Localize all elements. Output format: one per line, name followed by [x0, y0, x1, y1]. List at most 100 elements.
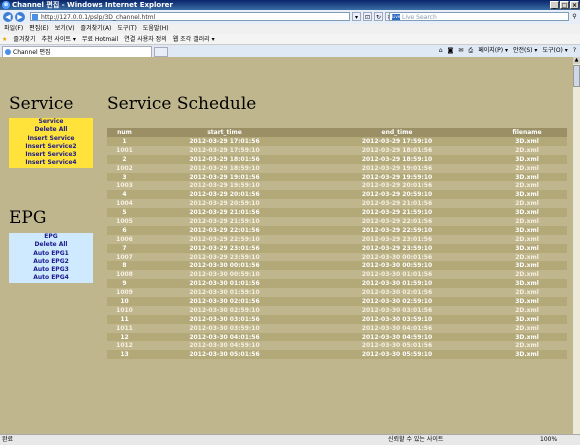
menu-file[interactable]: 파일(F): [4, 24, 23, 34]
tab-channel-edit[interactable]: Channel 편집: [2, 46, 152, 57]
auto-epg4[interactable]: Auto EPG4: [9, 274, 93, 282]
cell-end-time: 2012-03-30 05:01:56: [307, 341, 487, 351]
cell-num: 1003: [107, 181, 142, 191]
fav-web-slice-gallery[interactable]: 웹 조각 갤러리 ▾: [173, 34, 215, 45]
cell-filename: 2D.xml: [487, 270, 567, 280]
cell-num: 8: [107, 261, 142, 271]
cell-start-time: 2012-03-29 18:59:10: [142, 163, 307, 173]
forward-arrow-icon[interactable]: ▶: [15, 12, 25, 22]
cell-end-time: 2012-03-30 02:59:10: [307, 297, 487, 306]
feeds-icon[interactable]: ◙: [448, 46, 454, 56]
favorites-star-icon[interactable]: ★: [2, 34, 7, 45]
cell-start-time: 2012-03-29 17:01:56: [142, 137, 307, 146]
ie-logo-icon: e: [2, 1, 10, 9]
epg-delete-all[interactable]: Delete All: [9, 241, 93, 249]
auto-epg3[interactable]: Auto EPG3: [9, 266, 93, 274]
menu-favorites[interactable]: 즐겨찾기(A): [81, 24, 112, 34]
search-icon[interactable]: ⚲: [570, 12, 579, 21]
auto-epg1[interactable]: Auto EPG1: [9, 250, 93, 258]
cell-end-time: 2012-03-29 18:01:56: [307, 145, 487, 155]
mail-icon[interactable]: ✉: [458, 46, 463, 56]
help-icon[interactable]: ?: [573, 46, 576, 56]
col-num: num: [107, 128, 142, 137]
tab-label: Channel 편집: [13, 49, 51, 56]
cell-num: 1002: [107, 163, 142, 173]
insert-service4[interactable]: Insert Service4: [9, 159, 93, 167]
scroll-thumb[interactable]: [573, 65, 580, 87]
menu-edit[interactable]: 편집(E): [29, 24, 49, 34]
refresh-icon[interactable]: ↻: [374, 12, 383, 21]
favorites-label[interactable]: 즐겨찾기: [13, 34, 35, 45]
cell-filename: 3D.xml: [487, 332, 567, 342]
command-bar: ⌂ ◙ ✉ ⎙ 페이지(P) ▾ 안전(S) ▾ 도구(O) ▾ ?: [439, 46, 576, 56]
cell-end-time: 2012-03-29 20:01:56: [307, 181, 487, 191]
table-row: 7 2012-03-29 23:01:56 2012-03-29 23:59:10 3…: [107, 243, 567, 253]
insert-service3[interactable]: Insert Service3: [9, 151, 93, 159]
table-row: 1009 2012-03-30 01:59:10 2012-03-30 02:01:…: [107, 288, 567, 298]
cell-end-time: 2012-03-29 17:59:10: [307, 137, 487, 146]
close-button[interactable]: ×: [570, 1, 579, 9]
print-icon[interactable]: ⎙: [468, 46, 473, 56]
home-icon[interactable]: ⌂: [439, 46, 443, 56]
menu-tools[interactable]: 도구(T): [117, 24, 136, 34]
scroll-up-arrow-icon[interactable]: ▲: [573, 57, 580, 64]
vertical-scrollbar[interactable]: ▲: [573, 57, 580, 434]
fav-hotmail[interactable]: 무료 Hotmail: [82, 34, 118, 45]
table-header-row: num start_time end_time filename: [107, 128, 567, 137]
table-row: 4 2012-03-29 20:01:56 2012-03-29 20:59:10 3…: [107, 190, 567, 200]
schedule-table: num start_time end_time filename 1 2012-0…: [107, 128, 567, 360]
cell-start-time: 2012-03-29 19:01:56: [142, 172, 307, 182]
table-row: 9 2012-03-30 01:01:56 2012-03-30 01:59:10 3…: [107, 279, 567, 289]
table-row: 1004 2012-03-29 20:59:10 2012-03-29 21:01:…: [107, 199, 567, 209]
epg-heading: EPG: [9, 208, 47, 228]
menu-bar: 파일(F) 편집(E) 보기(V) 즐겨찾기(A) 도구(T) 도움말(H): [0, 24, 580, 34]
cell-end-time: 2012-03-30 03:01:56: [307, 305, 487, 315]
cell-num: 4: [107, 190, 142, 200]
search-input[interactable]: Live Live Search: [389, 12, 569, 21]
new-tab-button[interactable]: [154, 47, 168, 57]
cell-end-time: 2012-03-29 23:59:10: [307, 243, 487, 253]
epg-menu-title[interactable]: EPG: [9, 233, 93, 241]
cell-start-time: 2012-03-30 01:59:10: [142, 288, 307, 298]
table-row: 1002 2012-03-29 18:59:10 2012-03-29 19:01:…: [107, 163, 567, 173]
cell-num: 7: [107, 243, 142, 253]
service-delete-all[interactable]: Delete All: [9, 126, 93, 134]
maximize-button[interactable]: □: [560, 1, 569, 9]
cell-num: 12: [107, 332, 142, 342]
table-row: 2 2012-03-29 18:01:56 2012-03-29 18:59:10 3…: [107, 154, 567, 164]
table-row: 6 2012-03-29 22:01:56 2012-03-29 22:59:10 3…: [107, 225, 567, 235]
service-menu-title[interactable]: Service: [9, 118, 93, 126]
cell-num: 2: [107, 154, 142, 164]
dropdown-arrow-icon[interactable]: ▾: [352, 12, 361, 21]
menu-view[interactable]: 보기(V): [55, 24, 75, 34]
status-bar: 완료 신뢰할 수 있는 사이트 100%: [0, 434, 580, 445]
fav-customize-links[interactable]: 연결 사용자 정의: [124, 34, 166, 45]
url-input[interactable]: http://127.0.0.1/pslp/3D_channel.html: [30, 12, 350, 21]
back-arrow-icon[interactable]: ◀: [3, 12, 13, 22]
cell-end-time: 2012-03-29 19:59:10: [307, 172, 487, 182]
cell-num: 1012: [107, 341, 142, 351]
cell-start-time: 2012-03-30 03:59:10: [142, 323, 307, 333]
table-row: 1003 2012-03-29 19:59:10 2012-03-29 20:01:…: [107, 181, 567, 191]
cmd-page[interactable]: 페이지(P) ▾: [478, 46, 508, 56]
table-row: 11 2012-03-30 03:01:56 2012-03-30 03:59:10…: [107, 314, 567, 324]
minimize-button[interactable]: _: [550, 1, 559, 9]
cmd-tools[interactable]: 도구(O) ▾: [542, 46, 567, 56]
cell-end-time: 2012-03-30 04:01:56: [307, 323, 487, 333]
compat-view-icon[interactable]: ⊡: [363, 12, 372, 21]
cmd-safety[interactable]: 안전(S) ▾: [513, 46, 537, 56]
fav-suggested-sites[interactable]: 추천 사이트 ▾: [41, 34, 75, 45]
insert-service[interactable]: Insert Service: [9, 135, 93, 143]
auto-epg2[interactable]: Auto EPG2: [9, 258, 93, 266]
menu-help[interactable]: 도움말(H): [143, 24, 169, 34]
insert-service2[interactable]: Insert Service2: [9, 143, 93, 151]
table-row: 1007 2012-03-29 23:59:10 2012-03-30 00:01:…: [107, 252, 567, 262]
search-placeholder: Live Search: [402, 14, 437, 21]
cell-start-time: 2012-03-29 20:59:10: [142, 199, 307, 209]
address-bar: ◀ ▶ http://127.0.0.1/pslp/3D_channel.htm…: [0, 10, 580, 25]
col-start-time: start_time: [142, 128, 307, 137]
cell-start-time: 2012-03-29 19:59:10: [142, 181, 307, 191]
live-search-icon: Live: [392, 14, 401, 20]
cell-filename: 2D.xml: [487, 288, 567, 298]
cell-filename: 3D.xml: [487, 225, 567, 235]
